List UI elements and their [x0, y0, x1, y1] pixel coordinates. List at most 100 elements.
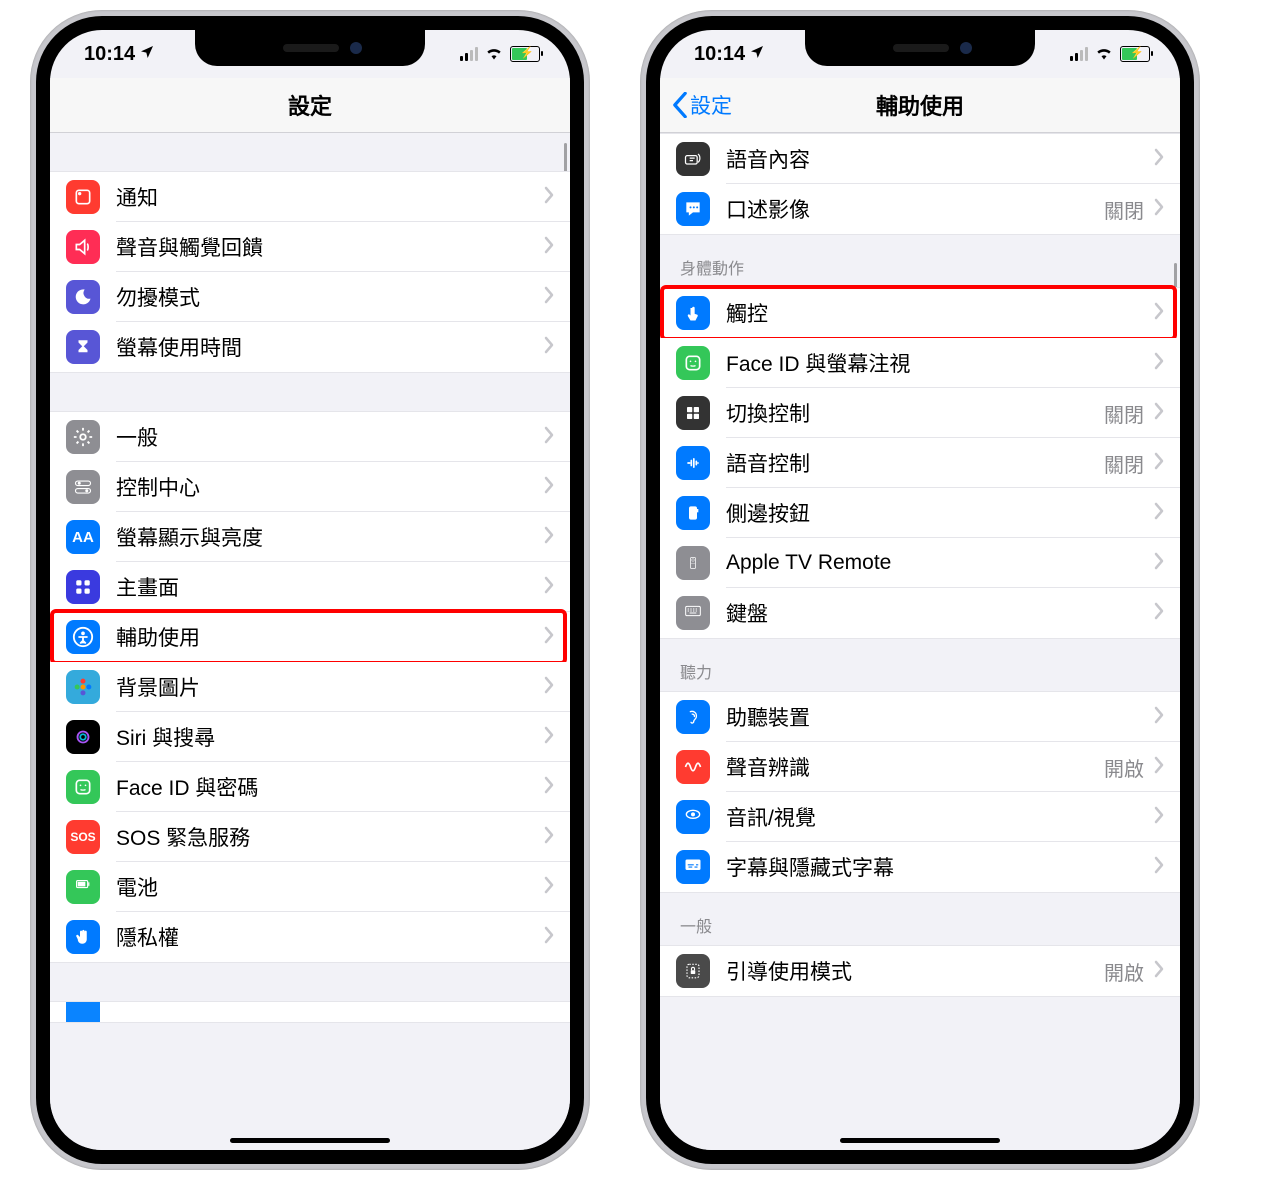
row-label: 隱私權 [116, 922, 544, 952]
screentime-icon [66, 330, 100, 364]
back-button[interactable]: 設定 [672, 90, 732, 120]
phone-mockup-right: 10:14 ⚡ 設定 輔助使用 語音內容口述影像關閉 身體動作 觸控Face I… [640, 10, 1200, 1170]
chevron-right-icon [1154, 148, 1164, 171]
cellular-icon [1070, 47, 1088, 61]
row-label: 螢幕使用時間 [116, 332, 544, 362]
accessibility-row-spoken[interactable]: 語音內容 [660, 133, 1180, 184]
chevron-right-icon [544, 576, 554, 599]
accessibility-row-hearing[interactable]: 助聽裝置 [660, 691, 1180, 742]
accessibility-row-soundrecog[interactable]: 聲音辨識開啟 [660, 742, 1180, 792]
chevron-right-icon [1154, 960, 1164, 983]
content-left[interactable]: 通知聲音與觸覺回饋勿擾模式螢幕使用時間 一般控制中心 AA螢幕顯示與亮度主畫面輔助… [50, 133, 570, 1150]
accessibility-row-sidebutton[interactable]: 側邊按鈕 [660, 488, 1180, 538]
sounds-icon [66, 230, 100, 264]
chevron-right-icon [1154, 806, 1164, 829]
row-label: 一般 [116, 422, 544, 452]
row-label: 控制中心 [116, 472, 544, 502]
settings-row-controlcenter[interactable]: 控制中心 [50, 462, 570, 512]
chevron-right-icon [1154, 502, 1164, 525]
homescreen-icon [66, 570, 100, 604]
chevron-right-icon [1154, 756, 1164, 779]
accessibility-row-switch[interactable]: 切換控制關閉 [660, 388, 1180, 438]
row-label: 引導使用模式 [726, 956, 1104, 986]
settings-row-battery[interactable]: 電池 [50, 862, 570, 912]
settings-row-notifications[interactable]: 通知 [50, 171, 570, 222]
battery-icon: ⚡ [1120, 46, 1150, 62]
settings-row-homescreen[interactable]: 主畫面 [50, 562, 570, 612]
settings-row-faceid[interactable]: Face ID 與密碼 [50, 762, 570, 812]
settings-row-wallpaper[interactable]: 背景圖片 [50, 662, 570, 712]
chevron-right-icon [1154, 602, 1164, 625]
subtitles-icon [676, 850, 710, 884]
chevron-right-icon [1154, 302, 1164, 325]
sidebutton-icon [676, 496, 710, 530]
settings-row-siri[interactable]: Siri 與搜尋 [50, 712, 570, 762]
chevron-right-icon [544, 926, 554, 949]
general-icon [66, 420, 100, 454]
settings-row-appstore[interactable] [50, 1001, 570, 1023]
settings-row-display[interactable]: AA螢幕顯示與亮度 [50, 512, 570, 562]
chevron-right-icon [544, 286, 554, 309]
accessibility-row-audiodesc[interactable]: 口述影像關閉 [660, 184, 1180, 235]
privacy-icon [66, 920, 100, 954]
settings-row-dnd[interactable]: 勿擾模式 [50, 272, 570, 322]
accessibility-row-guided[interactable]: 引導使用模式開啟 [660, 945, 1180, 997]
chevron-right-icon [544, 876, 554, 899]
row-label: 輔助使用 [116, 622, 544, 652]
page-title: 設定 [288, 89, 332, 121]
home-indicator[interactable] [840, 1138, 1000, 1143]
chevron-right-icon [544, 726, 554, 749]
chevron-right-icon [544, 676, 554, 699]
voicecontrol-icon [676, 446, 710, 480]
wifi-icon [484, 43, 504, 66]
row-label: SOS 緊急服務 [116, 822, 544, 852]
row-label: 切換控制 [726, 398, 1104, 428]
audiodesc-icon [676, 192, 710, 226]
accessibility-row-subtitles[interactable]: 字幕與隱藏式字幕 [660, 842, 1180, 893]
settings-row-sos[interactable]: SOS SOS 緊急服務 [50, 812, 570, 862]
screen-left: 10:14 ⚡ 設定 通知聲音與觸覺回饋勿擾模式螢幕使用時間 一般控制中心AA螢… [50, 30, 570, 1150]
chevron-right-icon [544, 426, 554, 449]
settings-row-accessibility[interactable]: 輔助使用 [50, 612, 570, 662]
row-label: 通知 [116, 182, 544, 212]
nav-header: 設定 [50, 78, 570, 133]
row-label: 語音控制 [726, 448, 1104, 478]
touch-icon [676, 296, 710, 330]
content-right[interactable]: 語音內容口述影像關閉 身體動作 觸控Face ID 與螢幕注視切換控制關閉語音控… [660, 133, 1180, 1150]
back-label: 設定 [690, 90, 732, 120]
row-label: 背景圖片 [116, 672, 544, 702]
chevron-right-icon [544, 186, 554, 209]
row-label: 口述影像 [726, 194, 1104, 224]
accessibility-row-audiovisual[interactable]: 音訊/視覺 [660, 792, 1180, 842]
accessibility-row-appletv[interactable]: Apple TV Remote [660, 538, 1180, 588]
page-title: 輔助使用 [876, 89, 964, 121]
chevron-right-icon [544, 826, 554, 849]
accessibility-icon [66, 620, 100, 654]
row-label: Face ID 與螢幕注視 [726, 348, 1154, 378]
row-label: 電池 [116, 872, 544, 902]
chevron-right-icon [1154, 552, 1164, 575]
settings-row-privacy[interactable]: 隱私權 [50, 912, 570, 963]
accessibility-row-keyboard[interactable]: 鍵盤 [660, 588, 1180, 639]
accessibility-row-touch[interactable]: 觸控 [660, 287, 1180, 338]
display-icon: AA [66, 520, 100, 554]
cellular-icon [460, 47, 478, 61]
accessibility-row-faceattn[interactable]: Face ID 與螢幕注視 [660, 338, 1180, 388]
home-indicator[interactable] [230, 1138, 390, 1143]
location-icon [749, 43, 765, 66]
notch [805, 30, 1035, 66]
chevron-right-icon [1154, 198, 1164, 221]
row-label: 音訊/視覺 [726, 802, 1154, 832]
row-label: 語音內容 [726, 144, 1154, 174]
row-detail: 開啟 [1104, 753, 1144, 782]
chevron-right-icon [544, 526, 554, 549]
settings-row-general[interactable]: 一般 [50, 411, 570, 462]
status-time: 10:14 [694, 43, 745, 66]
accessibility-row-voicecontrol[interactable]: 語音控制關閉 [660, 438, 1180, 488]
settings-row-sounds[interactable]: 聲音與觸覺回饋 [50, 222, 570, 272]
soundrecog-icon [676, 750, 710, 784]
settings-row-screentime[interactable]: 螢幕使用時間 [50, 322, 570, 373]
row-label: 聲音辨識 [726, 752, 1104, 782]
switch-icon [676, 396, 710, 430]
sos-icon: SOS [66, 820, 100, 854]
